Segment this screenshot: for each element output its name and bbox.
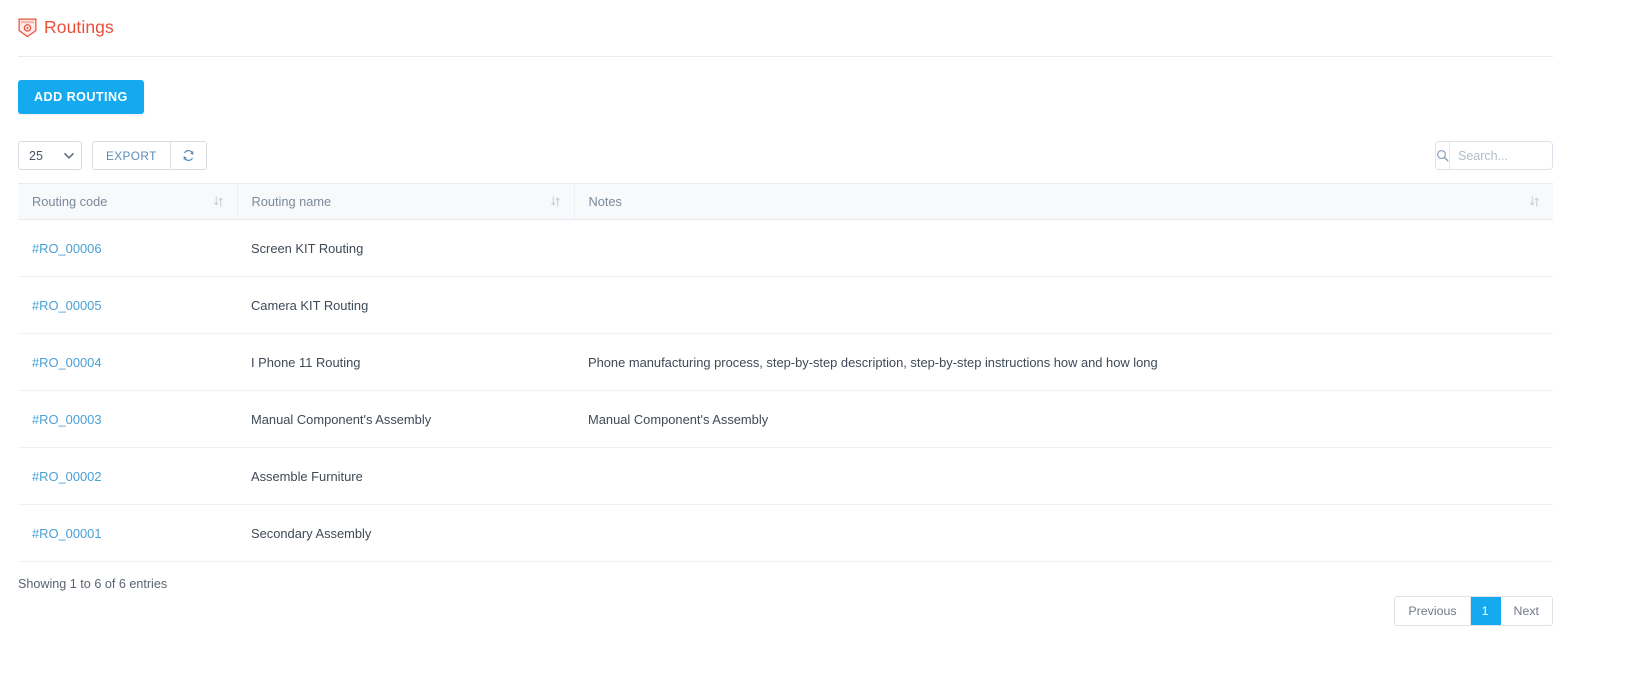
page-header: Routings [0,0,1553,56]
table-row[interactable]: #RO_00005 Camera KIT Routing [18,276,1553,334]
cell-notes [574,219,1553,277]
page-length-wrapper: 25 [18,141,82,170]
routing-badge-icon [18,18,37,38]
cell-routing-name: Secondary Assembly [237,504,574,562]
search-input[interactable] [1450,142,1552,169]
table-row[interactable]: #RO_00001 Secondary Assembly [18,504,1553,562]
table-toolbar-left: 25 EXPORT [18,141,207,170]
column-header-routing-name[interactable]: Routing name [237,183,575,220]
table-body: #RO_00006 Screen KIT Routing #RO_00005 C… [18,219,1553,562]
add-routing-button[interactable]: ADD ROUTING [18,80,144,114]
refresh-button[interactable] [170,142,206,169]
cell-routing-code: #RO_00001 [18,504,237,562]
refresh-icon [183,150,194,161]
pagination: Previous 1 Next [1394,596,1553,626]
table-row[interactable]: #RO_00006 Screen KIT Routing [18,219,1553,277]
cell-routing-code: #RO_00004 [18,333,237,391]
pagination-page-1[interactable]: 1 [1470,597,1501,625]
table-row[interactable]: #RO_00002 Assemble Furniture [18,447,1553,505]
cell-routing-name: Camera KIT Routing [237,276,574,334]
column-label: Routing name [251,194,332,209]
routing-code-link[interactable]: #RO_00006 [32,241,102,256]
cell-notes: Manual Component's Assembly [574,390,1553,448]
cell-notes [574,276,1553,334]
table-header-row: Routing code Routing name Notes [18,183,1553,220]
cell-routing-name: Screen KIT Routing [237,219,574,277]
cell-notes [574,504,1553,562]
cell-routing-code: #RO_00005 [18,276,237,334]
routing-code-link[interactable]: #RO_00005 [32,298,102,313]
column-header-notes[interactable]: Notes [574,183,1553,220]
pagination-previous[interactable]: Previous [1395,597,1471,625]
toolbar-button-group: EXPORT [92,141,207,170]
column-header-routing-code[interactable]: Routing code [18,183,238,220]
table-info: Showing 1 to 6 of 6 entries [18,577,168,591]
cell-routing-name: Assemble Furniture [237,447,574,505]
cell-notes: Phone manufacturing process, step-by-ste… [574,333,1553,391]
routing-code-link[interactable]: #RO_00003 [32,412,102,427]
cell-notes [574,447,1553,505]
search-icon [1436,149,1449,162]
export-button[interactable]: EXPORT [93,142,171,169]
routings-table-container: Routing code Routing name Notes #RO_0000… [18,183,1553,562]
routings-page: Routings ADD ROUTING 25 EXPORT Search...… [0,0,1637,678]
sort-icon [550,196,560,207]
pagination-next[interactable]: Next [1500,597,1552,625]
sort-icon [1530,196,1539,207]
table-row[interactable]: #RO_00004 I Phone 11 Routing Phone manuf… [18,333,1553,391]
routing-code-link[interactable]: #RO_00002 [32,469,102,484]
column-label: Notes [588,194,622,209]
table-row[interactable]: #RO_00003 Manual Component's Assembly Ma… [18,390,1553,448]
cell-routing-code: #RO_00003 [18,390,237,448]
cell-routing-code: #RO_00006 [18,219,237,277]
header-divider [18,56,1553,57]
search-button[interactable] [1436,142,1450,169]
page-title: Routings [44,17,114,38]
sort-icon [213,196,223,207]
search-box[interactable] [1435,141,1553,170]
page-length-select[interactable]: 25 [18,141,82,170]
cell-routing-name: I Phone 11 Routing [237,333,574,391]
table-head: Routing code Routing name Notes [18,183,1553,220]
routings-table: Routing code Routing name Notes #RO_0000… [18,183,1553,562]
cell-routing-code: #RO_00002 [18,447,237,505]
column-label: Routing code [32,194,108,209]
routing-code-link[interactable]: #RO_00001 [32,526,102,541]
cell-routing-name: Manual Component's Assembly [237,390,574,448]
routing-code-link[interactable]: #RO_00004 [32,355,102,370]
